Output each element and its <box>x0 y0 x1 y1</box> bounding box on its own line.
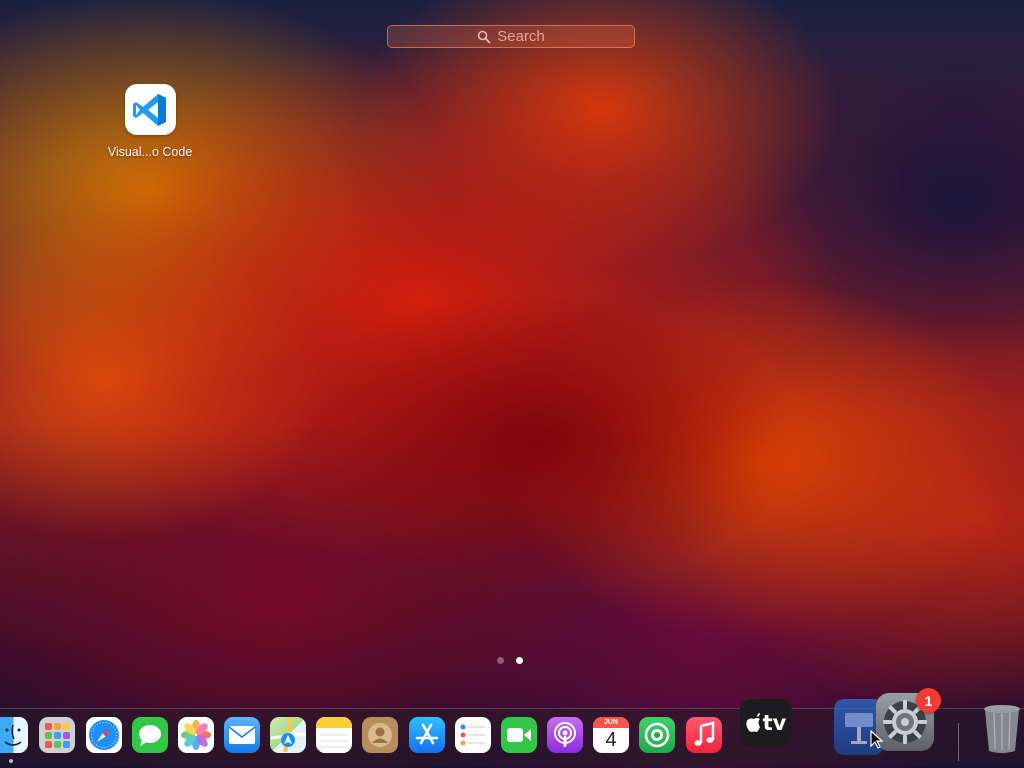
launchpad-search-input[interactable]: Search <box>387 25 635 48</box>
dock-item-maps[interactable] <box>270 717 306 753</box>
dock-item-notes[interactable] <box>316 717 352 753</box>
app-label: Visual...o Code <box>107 145 193 159</box>
dock-item-photos[interactable] <box>178 717 214 753</box>
dock-item-podcasts[interactable] <box>547 717 583 753</box>
notification-badge: 1 <box>916 688 941 713</box>
dock-item-calendar[interactable]: JUN 4 <box>593 717 629 753</box>
mail-icon <box>228 726 256 744</box>
dock-item-apple-tv[interactable]: tv <box>740 699 792 747</box>
finder-icon <box>4 724 22 746</box>
calendar-day: 4 <box>605 729 617 751</box>
dock-item-mail[interactable] <box>224 717 260 753</box>
dock-item-messages[interactable] <box>132 717 168 753</box>
launchpad-icon <box>45 723 70 748</box>
page-dot-1[interactable] <box>497 657 504 664</box>
messages-icon <box>139 725 161 746</box>
apple-tv-label: tv <box>762 711 787 735</box>
dock-item-music[interactable] <box>686 717 722 753</box>
dock-item-launchpad[interactable] <box>39 717 75 753</box>
app-store-icon <box>415 723 439 745</box>
page-indicator <box>497 657 523 664</box>
dock-item-app-store[interactable] <box>409 717 445 753</box>
facetime-icon <box>507 728 531 742</box>
dock-separator <box>958 723 959 761</box>
dock-item-facetime[interactable] <box>501 717 537 753</box>
dock-item-finder[interactable] <box>0 717 28 753</box>
safari-icon <box>89 720 119 750</box>
find-my-icon <box>644 722 670 748</box>
photos-icon <box>181 720 211 750</box>
reminders-icon <box>460 724 485 746</box>
maps-icon <box>271 718 305 752</box>
podcasts-icon <box>554 722 576 747</box>
page-dot-2[interactable] <box>516 657 523 664</box>
contacts-icon <box>368 723 392 747</box>
music-icon <box>694 721 715 746</box>
calendar-month: JUN <box>603 719 618 726</box>
dock-item-safari[interactable] <box>86 717 122 753</box>
trash-icon <box>984 705 1020 753</box>
mouse-cursor-icon <box>870 730 884 749</box>
app-visual-studio-code[interactable]: Visual...o Code <box>100 84 200 159</box>
notes-icon <box>316 717 352 748</box>
dock-item-reminders[interactable] <box>455 717 491 753</box>
running-indicator <box>9 759 13 763</box>
search-placeholder: Search <box>497 28 545 45</box>
dock-item-find-my[interactable] <box>639 717 675 753</box>
dock-item-trash[interactable] <box>982 703 1022 755</box>
search-icon <box>477 30 491 43</box>
dock-item-contacts[interactable] <box>362 717 398 753</box>
vscode-icon <box>124 84 176 135</box>
apple-tv-icon <box>745 713 760 732</box>
